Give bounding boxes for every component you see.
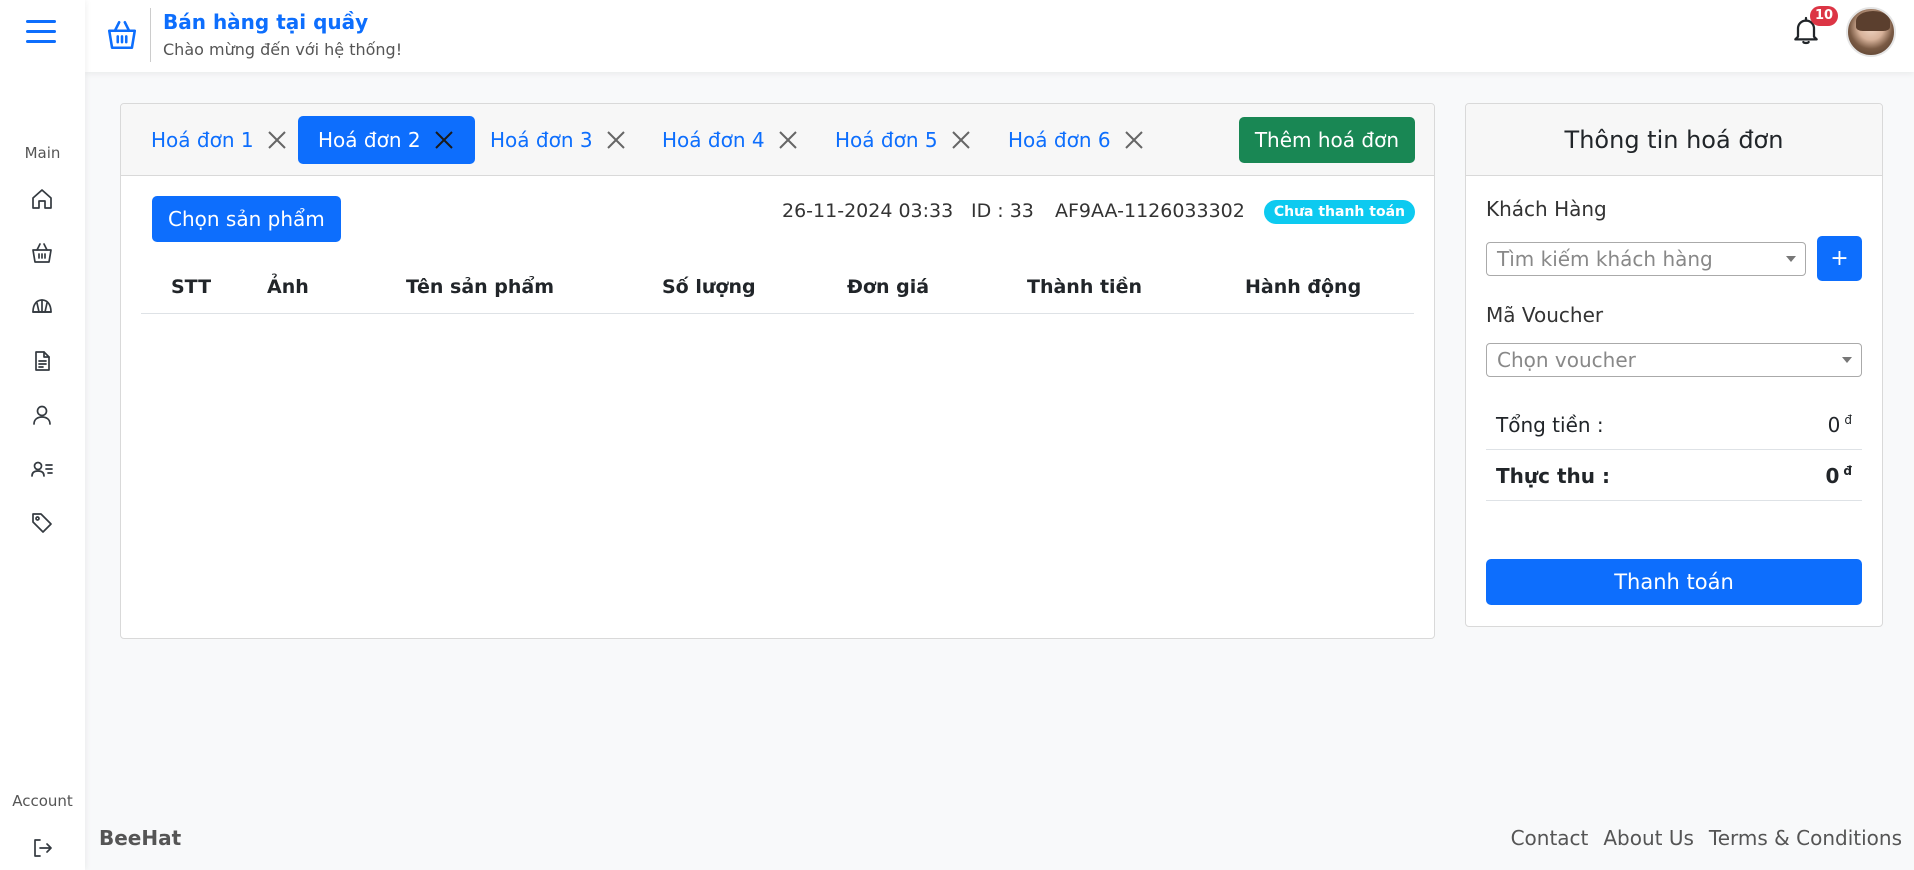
avatar[interactable]: [1846, 7, 1896, 57]
close-icon[interactable]: [433, 129, 455, 151]
footer-link-contact[interactable]: Contact: [1511, 826, 1589, 850]
invoice-code: AF9AA-1126033302: [1055, 200, 1245, 222]
close-icon[interactable]: [1123, 129, 1145, 151]
close-icon[interactable]: [266, 129, 288, 151]
customer-search-select[interactable]: Tìm kiếm khách hàng: [1486, 242, 1806, 276]
topbar: Bán hàng tại quầy Chào mừng đến với hệ t…: [85, 0, 1914, 72]
cap-icon[interactable]: [27, 292, 57, 322]
notification-badge: 10: [1810, 6, 1839, 26]
footer-link-terms[interactable]: Terms & Conditions: [1709, 826, 1902, 850]
footer-link-about[interactable]: About Us: [1603, 826, 1694, 850]
received-row: Thực thu : 0đ: [1486, 450, 1862, 501]
chevron-down-icon: [1786, 256, 1796, 262]
menu-toggle-icon[interactable]: [26, 20, 56, 46]
voucher-placeholder: Chọn voucher: [1497, 348, 1636, 372]
user-icon[interactable]: [27, 400, 57, 430]
tab-label: Hoá đơn 1: [151, 128, 254, 152]
page-subtitle: Chào mừng đến với hệ thống!: [163, 40, 403, 59]
received-value: 0đ: [1825, 464, 1852, 488]
tab-invoice-3[interactable]: Hoá đơn 3: [470, 116, 647, 164]
column-header-stt: STT: [171, 276, 212, 298]
home-icon[interactable]: [27, 184, 57, 214]
tab-invoice-5[interactable]: Hoá đơn 5: [815, 116, 992, 164]
tab-label: Hoá đơn 6: [1008, 128, 1111, 152]
tab-label: Hoá đơn 2: [318, 128, 421, 152]
logout-icon[interactable]: [27, 833, 57, 863]
tab-invoice-4[interactable]: Hoá đơn 4: [642, 116, 819, 164]
invoice-datetime: 26-11-2024 03:33: [782, 200, 954, 222]
column-header-total: Thành tiền: [1027, 276, 1142, 298]
column-header-image: Ảnh: [267, 276, 309, 298]
document-icon[interactable]: [27, 346, 57, 376]
invoice-tabs-bar: Hoá đơn 1 Hoá đơn 2 Hoá đơn 3 Hoá đơn 4 …: [121, 104, 1434, 176]
status-badge: Chưa thanh toán: [1263, 200, 1415, 224]
invoice-info-card: Thông tin hoá đơn Khách Hàng Tìm kiếm kh…: [1465, 103, 1883, 627]
close-icon[interactable]: [777, 129, 799, 151]
add-customer-button[interactable]: +: [1817, 236, 1862, 281]
close-icon[interactable]: [950, 129, 972, 151]
total-row: Tổng tiền : 0đ: [1486, 399, 1862, 450]
invoice-id: ID : 33: [971, 200, 1034, 222]
footer-brand: BeeHat: [99, 826, 182, 850]
customer-search-placeholder: Tìm kiếm khách hàng: [1497, 247, 1713, 271]
notification-bell-icon[interactable]: 10: [1790, 6, 1839, 50]
column-header-product-name: Tên sản phẩm: [406, 276, 555, 298]
customer-label: Khách Hàng: [1486, 197, 1607, 221]
user-list-icon[interactable]: [27, 454, 57, 484]
tab-label: Hoá đơn 3: [490, 128, 593, 152]
sidebar: Main Account: [0, 0, 85, 870]
received-label: Thực thu :: [1496, 464, 1610, 488]
tag-icon[interactable]: [27, 508, 57, 538]
tab-invoice-6[interactable]: Hoá đơn 6: [988, 116, 1165, 164]
sidebar-section-account: Account: [12, 792, 73, 810]
voucher-label: Mã Voucher: [1486, 303, 1604, 327]
sidebar-section-main: Main: [24, 144, 61, 162]
table-header-divider: [141, 313, 1414, 314]
total-value: 0đ: [1827, 413, 1852, 437]
voucher-select[interactable]: Chọn voucher: [1486, 343, 1862, 377]
chevron-down-icon: [1842, 357, 1852, 363]
basket-icon[interactable]: [27, 238, 57, 268]
basket-icon: [105, 18, 139, 52]
header-divider: [150, 8, 151, 62]
add-invoice-button[interactable]: Thêm hoá đơn: [1238, 117, 1415, 163]
footer-links: Contact About Us Terms & Conditions: [1511, 826, 1902, 850]
app-root: Main Account Bán hàng tại quầy Chào mừng…: [0, 0, 1914, 870]
tab-invoice-2[interactable]: Hoá đơn 2: [298, 116, 475, 164]
choose-product-button[interactable]: Chọn sản phẩm: [152, 196, 341, 242]
total-label: Tổng tiền :: [1496, 413, 1604, 437]
pay-button[interactable]: Thanh toán: [1486, 559, 1862, 605]
page-title: Bán hàng tại quầy: [163, 10, 369, 34]
invoice-info-title: Thông tin hoá đơn: [1466, 104, 1882, 176]
column-header-actions: Hành động: [1245, 276, 1362, 298]
tab-invoice-1[interactable]: Hoá đơn 1: [131, 116, 308, 164]
invoice-card: Hoá đơn 1 Hoá đơn 2 Hoá đơn 3 Hoá đơn 4 …: [120, 103, 1435, 639]
tab-label: Hoá đơn 5: [835, 128, 938, 152]
column-header-unit-price: Đơn giá: [847, 276, 930, 298]
tab-label: Hoá đơn 4: [662, 128, 765, 152]
column-header-quantity: Số lượng: [662, 276, 756, 298]
close-icon[interactable]: [605, 129, 627, 151]
